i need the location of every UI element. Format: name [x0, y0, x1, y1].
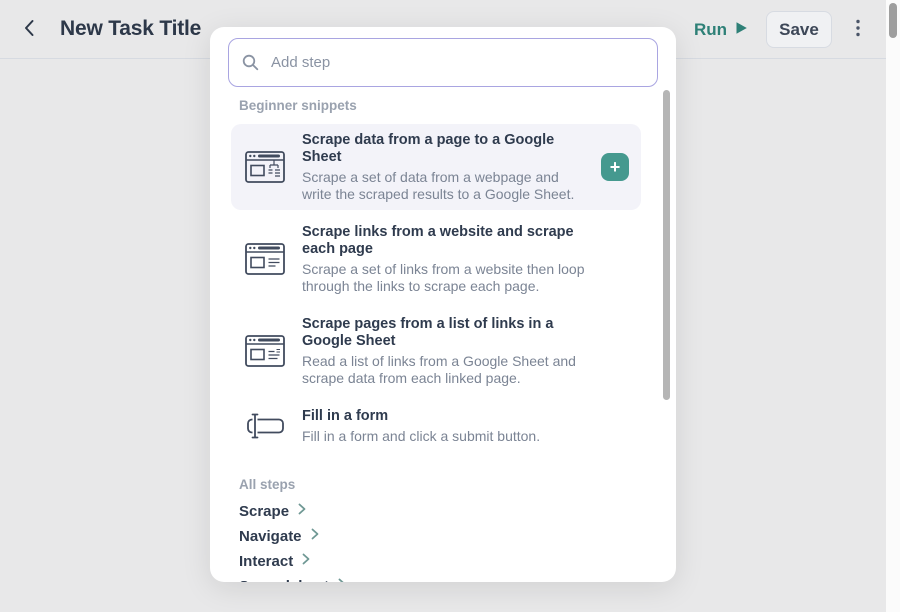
step-category-list: Scrape Navigate Interact Spreadsheet — [239, 503, 676, 583]
modal-scrollbar[interactable] — [663, 90, 670, 400]
form-input-icon — [243, 409, 287, 443]
category-scrape[interactable]: Scrape — [239, 503, 676, 520]
search-icon — [242, 54, 259, 76]
browser-scrape-data-icon — [243, 149, 287, 185]
run-button-label: Run — [694, 20, 727, 40]
save-button[interactable]: Save — [766, 11, 832, 48]
browser-scrape-pages-icon — [243, 333, 287, 369]
page-scrollbar-track[interactable] — [886, 0, 900, 612]
snippet-title: Scrape data from a page to a Google Shee… — [302, 132, 586, 166]
chevron-right-icon — [298, 502, 306, 520]
plus-icon: + — [610, 157, 621, 177]
snippet-card-scrape-pages[interactable]: Scrape pages from a list of links in a G… — [231, 308, 641, 394]
snippet-title: Scrape pages from a list of links in a G… — [302, 316, 602, 350]
chevron-right-icon — [311, 527, 319, 545]
category-navigate[interactable]: Navigate — [239, 528, 676, 545]
snippet-card-scrape-links[interactable]: Scrape links from a website and scrape e… — [231, 216, 641, 302]
browser-scrape-links-icon — [243, 241, 287, 277]
chevron-right-icon — [302, 552, 310, 570]
snippet-card-fill-form[interactable]: Fill in a form Fill in a form and click … — [231, 400, 641, 453]
category-label: Interact — [239, 553, 293, 570]
category-interact[interactable]: Interact — [239, 553, 676, 570]
section-label-beginner-snippets: Beginner snippets — [239, 98, 676, 114]
add-step-search — [228, 38, 658, 87]
section-label-all-steps: All steps — [239, 477, 676, 493]
page-title: New Task Title — [60, 17, 201, 41]
snippet-card-scrape-data[interactable]: Scrape data from a page to a Google Shee… — [231, 124, 641, 210]
snippet-description: Scrape a set of data from a webpage and … — [302, 169, 586, 202]
add-step-modal: Beginner snippets Scrape data from a pag… — [210, 27, 676, 582]
chevron-left-icon — [23, 19, 35, 40]
run-button[interactable]: Run — [694, 20, 748, 40]
snippet-description: Fill in a form and click a submit button… — [302, 428, 602, 445]
search-input[interactable] — [228, 38, 658, 87]
back-button[interactable] — [14, 14, 44, 44]
category-spreadsheet[interactable]: Spreadsheet — [239, 578, 676, 583]
add-snippet-button[interactable]: + — [601, 153, 629, 181]
snippet-title: Scrape links from a website and scrape e… — [302, 224, 602, 258]
snippet-description: Scrape a set of links from a website the… — [302, 261, 602, 294]
category-label: Navigate — [239, 528, 302, 545]
more-options-button[interactable] — [850, 15, 866, 44]
play-icon — [735, 20, 748, 40]
snippet-list: Scrape data from a page to a Google Shee… — [231, 124, 641, 453]
category-label: Scrape — [239, 503, 289, 520]
kebab-menu-icon — [856, 25, 860, 40]
snippet-description: Read a list of links from a Google Sheet… — [302, 353, 602, 386]
page-scrollbar-thumb[interactable] — [889, 3, 897, 38]
snippet-title: Fill in a form — [302, 408, 602, 425]
chevron-right-icon — [338, 577, 346, 582]
category-label: Spreadsheet — [239, 578, 329, 583]
